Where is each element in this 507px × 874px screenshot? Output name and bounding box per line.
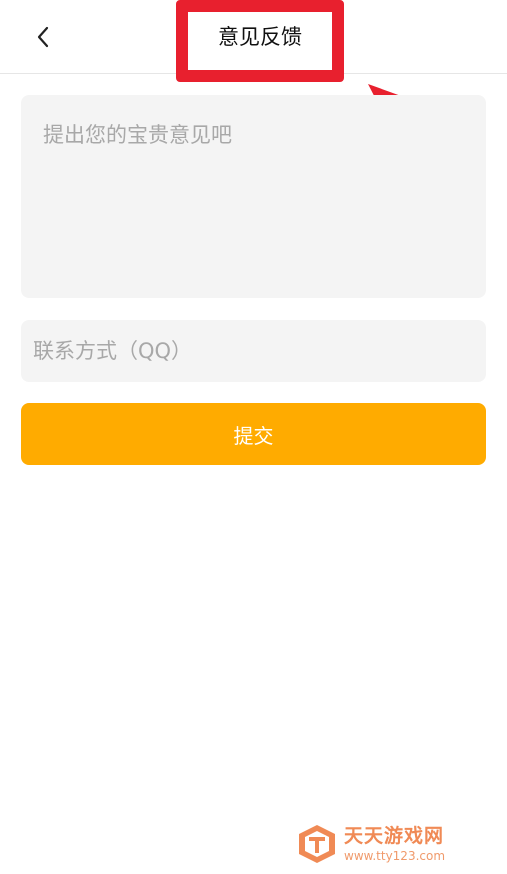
feedback-input[interactable] xyxy=(21,95,486,298)
back-button[interactable] xyxy=(28,20,58,54)
contact-input[interactable] xyxy=(21,320,486,382)
watermark-name: 天天游戏网 xyxy=(344,824,445,847)
feedback-field xyxy=(21,95,486,298)
contact-field xyxy=(21,320,486,382)
site-watermark: 天天游戏网 www.tty123.com xyxy=(296,822,496,866)
watermark-url: www.tty123.com xyxy=(344,848,446,863)
submit-button[interactable]: 提交 xyxy=(21,403,486,465)
page-title: 意见反馈 xyxy=(218,25,302,49)
site-logo-icon xyxy=(299,825,335,863)
chevron-left-icon xyxy=(37,26,49,48)
